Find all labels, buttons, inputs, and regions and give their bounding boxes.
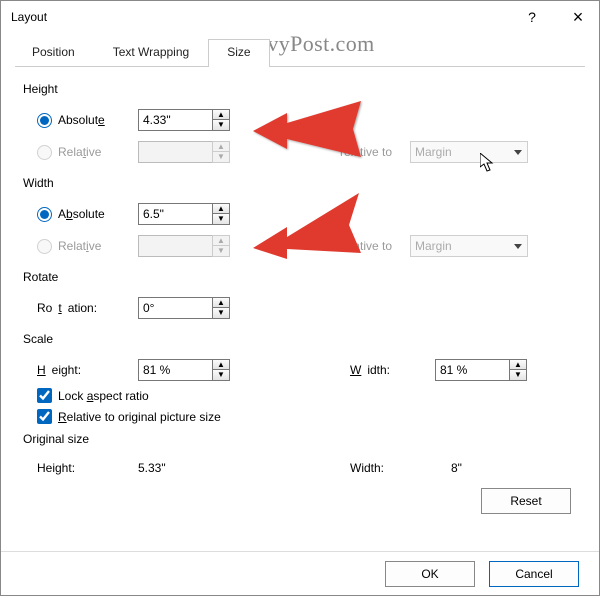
tab-position[interactable]: Position [13, 39, 94, 67]
scale-height-input[interactable] [138, 359, 212, 381]
spin-up-icon[interactable]: ▲ [212, 203, 230, 214]
width-absolute-input[interactable] [138, 203, 212, 225]
spin-up-icon[interactable]: ▲ [212, 297, 230, 308]
width-relative-input [138, 235, 212, 257]
spin-up-icon: ▲ [212, 141, 230, 152]
reset-button[interactable]: Reset [481, 488, 571, 514]
original-height-label: Height: [37, 461, 138, 475]
section-height: Height [23, 82, 577, 96]
layout-dialog: Layout ? × groovyPost.com Position Text … [0, 0, 600, 596]
original-width-value: 8" [451, 461, 462, 475]
tab-strip: Position Text Wrapping Size [13, 39, 599, 67]
scale-height-label: Height: [37, 363, 138, 377]
height-absolute-radio[interactable] [37, 113, 52, 128]
height-relative-to-dropdown: Margin [410, 141, 528, 163]
spin-down-icon[interactable]: ▼ [212, 308, 230, 319]
spin-up-icon: ▲ [212, 235, 230, 246]
rotation-input[interactable] [138, 297, 212, 319]
spin-up-icon[interactable]: ▲ [212, 109, 230, 120]
scale-width-label: Width: [350, 363, 435, 377]
width-absolute-radio-label[interactable]: Absolute [37, 207, 138, 222]
width-relative-spinner: ▲ ▼ [138, 235, 230, 257]
height-relative-to-select: Margin [410, 141, 528, 163]
spin-down-icon[interactable]: ▼ [212, 370, 230, 381]
rotation-label: Rotation: [37, 301, 138, 315]
window-title: Layout [11, 10, 47, 24]
relative-original-checkbox[interactable] [37, 409, 52, 424]
scale-width-input[interactable] [435, 359, 509, 381]
width-absolute-radio[interactable] [37, 207, 52, 222]
section-width: Width [23, 176, 577, 190]
cancel-button[interactable]: Cancel [489, 561, 579, 587]
width-relative-to-dropdown: Margin [410, 235, 528, 257]
height-relative-spinner: ▲ ▼ [138, 141, 230, 163]
width-relative-to-label: relative to [340, 239, 410, 253]
spin-up-icon[interactable]: ▲ [212, 359, 230, 370]
ok-button[interactable]: OK [385, 561, 475, 587]
spin-down-icon: ▼ [212, 246, 230, 257]
spin-down-icon[interactable]: ▼ [212, 120, 230, 131]
width-relative-to-select: Margin [410, 235, 528, 257]
spin-down-icon[interactable]: ▼ [509, 370, 527, 381]
scale-height-spinner[interactable]: ▲ ▼ [138, 359, 230, 381]
dialog-footer: OK Cancel [1, 551, 599, 595]
width-relative-radio-label[interactable]: Relative [37, 239, 138, 254]
section-rotate: Rotate [23, 270, 577, 284]
height-absolute-spinner[interactable]: ▲ ▼ [138, 109, 230, 131]
titlebar: Layout ? × [1, 1, 599, 33]
width-absolute-spinner[interactable]: ▲ ▼ [138, 203, 230, 225]
tab-size[interactable]: Size [208, 39, 269, 67]
height-absolute-input[interactable] [138, 109, 212, 131]
spin-down-icon: ▼ [212, 152, 230, 163]
height-absolute-radio-label[interactable]: Absolute [37, 113, 138, 128]
lock-aspect-checkbox-label[interactable]: Lock aspect ratio [37, 388, 577, 403]
close-button[interactable]: × [563, 5, 593, 29]
rotation-spinner[interactable]: ▲ ▼ [138, 297, 230, 319]
lock-aspect-checkbox[interactable] [37, 388, 52, 403]
height-relative-radio-label[interactable]: Relative [37, 145, 138, 160]
height-relative-radio [37, 145, 52, 160]
spin-up-icon[interactable]: ▲ [509, 359, 527, 370]
relative-original-checkbox-label[interactable]: Relative to original picture size [37, 409, 577, 424]
section-original: Original size [23, 432, 577, 446]
section-scale: Scale [23, 332, 577, 346]
scale-width-spinner[interactable]: ▲ ▼ [435, 359, 527, 381]
original-height-value: 5.33" [138, 461, 350, 475]
height-relative-to-label: relative to [340, 145, 410, 159]
original-width-label: Width: [350, 461, 451, 475]
spin-down-icon[interactable]: ▼ [212, 214, 230, 225]
width-relative-radio [37, 239, 52, 254]
help-button[interactable]: ? [517, 5, 547, 29]
tab-text-wrapping[interactable]: Text Wrapping [94, 39, 208, 67]
height-relative-input [138, 141, 212, 163]
